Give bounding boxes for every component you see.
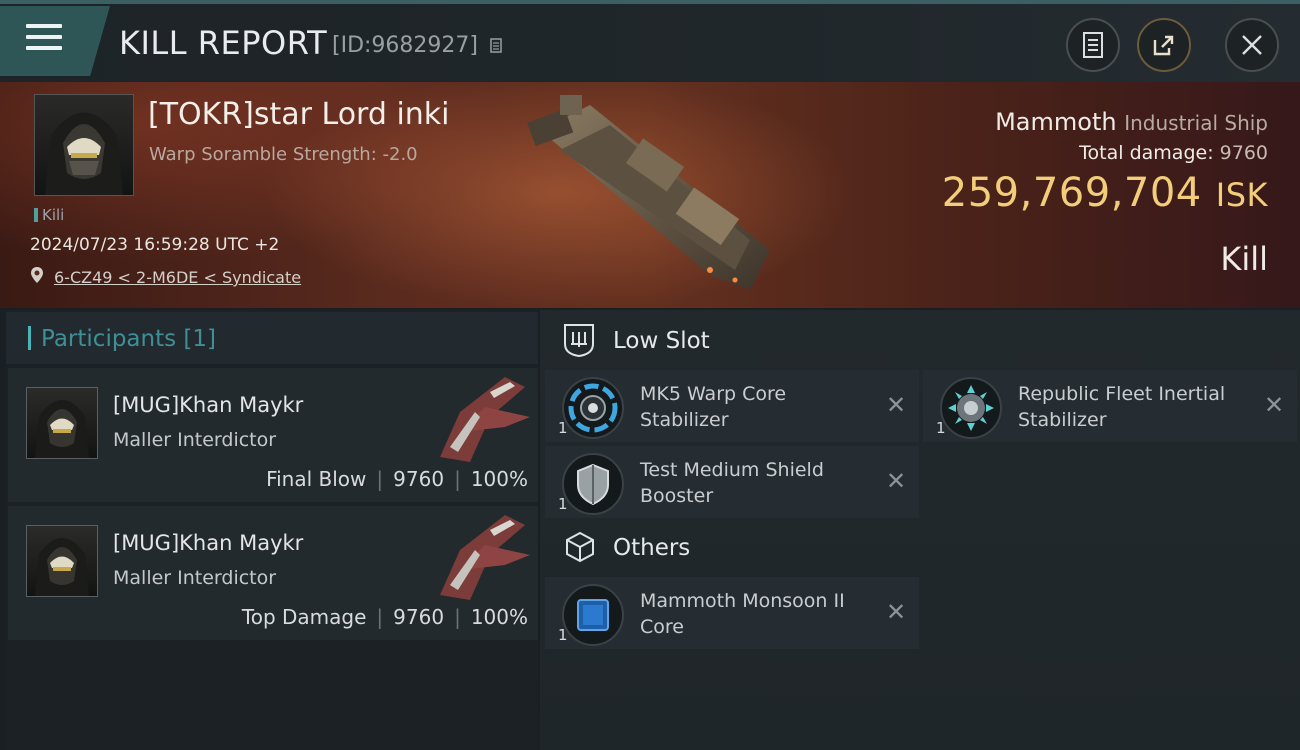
victim-ship-image: [527, 95, 770, 290]
destroyed-icon: ✕: [1264, 391, 1285, 419]
share-icon: [1153, 35, 1174, 56]
participant-avatar[interactable]: [26, 525, 98, 597]
warp-scramble-strength: Warp Soramble Strength: -2.0: [149, 144, 418, 165]
low-slot-title: Low Slot: [613, 328, 710, 354]
page-title: KILL REPORT: [119, 24, 328, 62]
destroyed-icon: ✕: [886, 391, 907, 419]
isk-value: 259,769,704 ISK: [941, 170, 1268, 216]
victim-name[interactable]: [TOKR]star Lord inki: [148, 97, 450, 132]
participant-name[interactable]: [MUG]Khan Maykr: [113, 393, 303, 417]
participant-ship-image: [440, 515, 530, 600]
share-button[interactable]: [1137, 18, 1191, 72]
participant-stats: Final Blow | 9760 | 100%: [266, 467, 528, 491]
report-id: [ID:9682927]: [332, 33, 478, 58]
participants-title: Participants [1]: [28, 326, 216, 352]
location-pin-icon: [31, 267, 43, 283]
close-button[interactable]: [1225, 18, 1279, 72]
pilot-portrait-icon: [35, 538, 89, 596]
kill-location-link[interactable]: 6-CZ49 < 2-M6DE < Syndicate: [54, 268, 301, 287]
destroyed-icon: ✕: [886, 467, 907, 495]
pilot-portrait-icon: [35, 400, 89, 458]
kill-tag: Kili: [34, 206, 64, 224]
module-name: Mammoth Monsoon II Core: [640, 590, 845, 638]
ship-core-icon: [562, 584, 624, 646]
victim-avatar[interactable]: [34, 94, 134, 196]
participant-ship-image: [440, 377, 530, 462]
module-quantity: 1: [558, 419, 568, 437]
others-title: Others: [613, 535, 691, 561]
module-quantity: 1: [936, 419, 946, 437]
participant-avatar[interactable]: [26, 387, 98, 459]
warp-core-stabilizer-icon: [562, 377, 624, 439]
document-icon: [1083, 32, 1103, 58]
module-quantity: 1: [558, 495, 568, 513]
kill-status: Kill: [1220, 240, 1268, 278]
top-accent-line: [0, 0, 1300, 4]
total-damage: Total damage: 9760: [1079, 142, 1268, 164]
module-name: Test Medium Shield Booster: [640, 459, 824, 507]
module-name: Republic Fleet Inertial Stabilizer: [1018, 383, 1226, 431]
copy-icon[interactable]: [490, 36, 504, 54]
pilot-portrait-icon: [45, 112, 123, 195]
destroyed-icon: ✕: [886, 598, 907, 626]
cube-icon: [566, 531, 594, 563]
inertial-stabilizer-icon: [940, 377, 1002, 439]
close-icon: [1242, 35, 1262, 55]
participant-stats: Top Damage | 9760 | 100%: [241, 605, 528, 629]
ship-name[interactable]: Mammoth Industrial Ship: [995, 108, 1268, 136]
participant-ship: Maller Interdictor: [113, 567, 277, 589]
module-quantity: 1: [558, 626, 568, 644]
participant-name[interactable]: [MUG]Khan Maykr: [113, 531, 303, 555]
participant-ship: Maller Interdictor: [113, 429, 277, 451]
low-slot-icon: [564, 324, 594, 358]
menu-icon[interactable]: [26, 24, 62, 54]
notes-button[interactable]: [1066, 18, 1120, 72]
shield-booster-icon: [562, 453, 624, 515]
module-name: MK5 Warp Core Stabilizer: [640, 383, 787, 431]
kill-datetime: 2024/07/23 16:59:28 UTC +2: [30, 235, 280, 255]
